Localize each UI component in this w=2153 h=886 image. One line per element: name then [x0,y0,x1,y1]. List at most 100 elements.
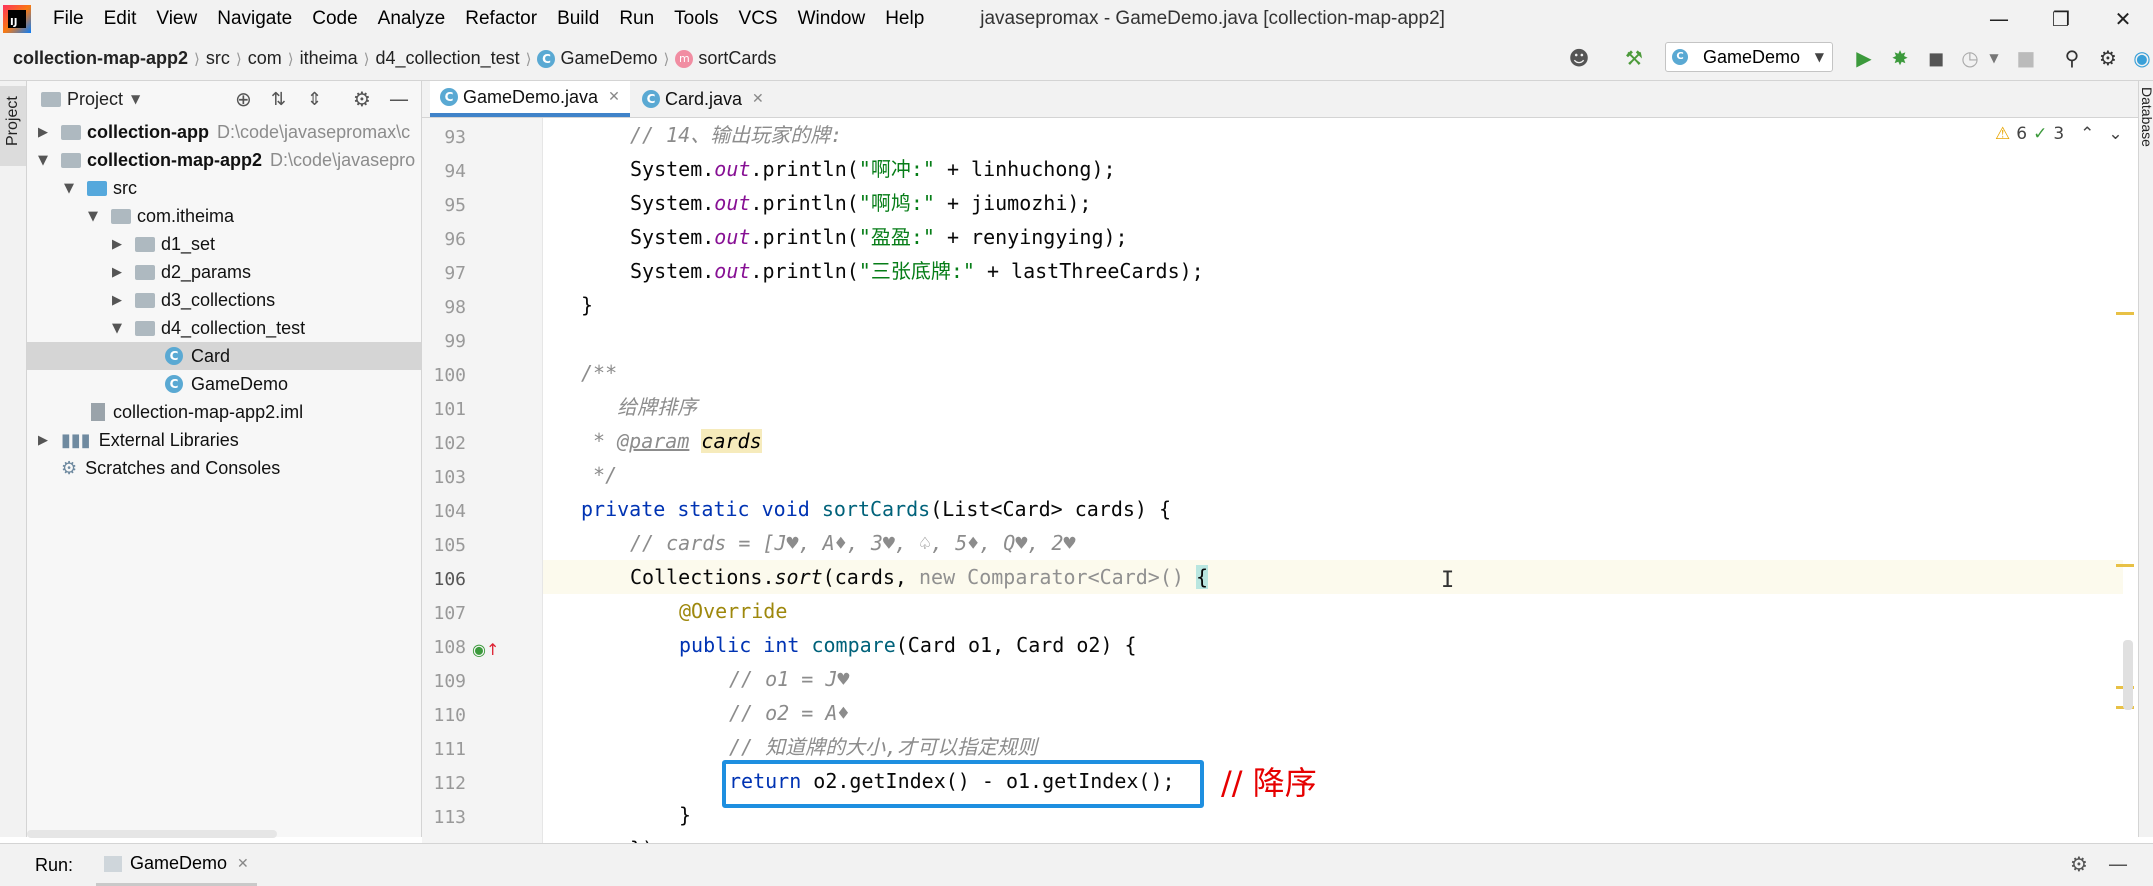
menu-edit[interactable]: Edit [94,8,147,30]
plugin-icon[interactable]: ◉ [2128,44,2153,72]
chevron-down-icon[interactable]: ▼ [35,153,51,168]
editor-vertical-scrollbar[interactable] [2123,640,2133,710]
line-number: 96 [444,229,466,250]
menu-code[interactable]: Code [302,8,367,30]
run-configuration-select[interactable]: C GameDemo ▼ [1665,42,1833,72]
tree-item-external-libraries[interactable]: ▶ ▮▮▮ External Libraries [27,426,421,454]
package-icon [135,264,155,280]
line-number: 111 [433,739,466,760]
string-literal: "啊冲:" [858,157,935,181]
tree-item-collection-map-app2[interactable]: ▼ collection-map-app2 D:\code\javasepro [27,146,421,174]
project-panel-title[interactable]: Project [67,89,123,110]
restore-icon[interactable]: ❐ [2030,0,2092,37]
tree-item-src[interactable]: ▼ src [27,174,421,202]
breadcrumb-package[interactable]: d4_collection_test [376,48,520,69]
menu-file[interactable]: File [43,8,94,30]
tree-item-com-itheima[interactable]: ▼ com.itheima [27,202,421,230]
close-tab-icon[interactable]: ✕ [752,91,764,107]
chevron-right-icon[interactable]: ▶ [109,265,125,280]
tree-item-d1-set[interactable]: ▶ d1_set [27,230,421,258]
scroll-marker[interactable] [2116,312,2134,315]
chevron-right-icon[interactable]: ▶ [35,125,51,140]
search-icon[interactable]: ⚲ [2058,44,2086,72]
window-title: javasepromax - GameDemo.java [collection… [980,7,1445,29]
close-icon[interactable]: ✕ [2092,0,2153,37]
code-line-95: System.out.println("啊鸠:" + jiumozhi); [630,186,1091,216]
chevron-right-icon[interactable]: ▶ [35,433,51,448]
tree-item-gamedemo[interactable]: C GameDemo [27,370,421,398]
override-icon[interactable]: ◉↑ [472,640,499,659]
chevron-up-icon[interactable]: ⌃ [2080,124,2094,144]
breadcrumb-itheima[interactable]: itheima [300,48,358,69]
menu-window[interactable]: Window [788,8,876,30]
code-line-93: // 14、输出玩家的牌: [630,118,842,148]
breadcrumb-class[interactable]: GameDemo [560,48,657,69]
close-tab-icon[interactable]: ✕ [608,89,620,105]
project-tool-tab[interactable]: Project [0,86,26,166]
hide-panel-icon[interactable]: — [2108,852,2128,876]
gear-icon[interactable]: ⚙ [2070,852,2088,876]
chevron-down-icon[interactable]: ▼ [1980,44,2008,72]
tab-card-java[interactable]: C Card.java ✕ [632,81,774,117]
doc-comment: /** [581,361,618,385]
tree-item-scratches[interactable]: ⚙ Scratches and Consoles [27,454,421,482]
locate-icon[interactable]: ⊕ [235,87,252,111]
menu-run[interactable]: Run [609,8,664,30]
menu-tools[interactable]: Tools [664,8,728,30]
tab-gamedemo-java[interactable]: C GameDemo.java ✕ [430,81,630,117]
build-hammer-icon[interactable]: ⚒ [1620,44,1648,72]
user-icon[interactable]: ☻ [1565,44,1593,72]
tree-item-d3-collections[interactable]: ▶ d3_collections [27,286,421,314]
tree-item-d2-params[interactable]: ▶ d2_params [27,258,421,286]
comment: // 14、输出玩家的牌: [630,123,843,147]
minimize-icon[interactable]: — [1968,0,2030,37]
menu-help[interactable]: Help [875,8,934,30]
run-tab-gamedemo[interactable]: GameDemo ✕ [96,844,257,886]
chevron-down-icon: ▼ [1814,50,1824,64]
menu-navigate[interactable]: Navigate [207,8,302,30]
expand-all-icon[interactable]: ⇅ [271,89,286,110]
menu-view[interactable]: View [146,8,207,30]
run-icon[interactable]: ▶ [1850,44,1878,72]
chevron-down-icon[interactable]: ⌄ [2108,124,2122,144]
project-horizontal-scrollbar[interactable] [27,830,277,838]
inspection-widget[interactable]: ⚠ 6 ✓ 3 ⌃ ⌄ [1995,124,2123,144]
breadcrumb-com[interactable]: com [248,48,282,69]
gear-icon[interactable]: ⚙ [2094,44,2122,72]
breadcrumb-project[interactable]: collection-map-app2 [13,48,188,69]
hide-panel-icon[interactable]: — [389,87,409,111]
code-token: .println( [750,157,859,181]
menu-build[interactable]: Build [547,8,609,30]
gear-icon[interactable]: ⚙ [353,87,371,111]
chevron-down-icon[interactable]: ▼ [85,209,101,224]
tree-item-card[interactable]: C Card [27,342,421,370]
breadcrumb-method[interactable]: sortCards [698,48,776,69]
scroll-marker[interactable] [2116,564,2134,567]
coverage-icon[interactable]: ◼ [1922,44,1950,72]
code-token: out [714,259,751,283]
chevron-down-icon[interactable]: ▼ [131,92,140,106]
close-tab-icon[interactable]: ✕ [237,856,249,872]
stop-icon[interactable]: ■ [2012,44,2040,72]
menu-vcs[interactable]: VCS [729,8,788,30]
collapse-all-icon[interactable]: ⇕ [307,89,322,110]
menu-refactor[interactable]: Refactor [455,8,547,30]
code-line-96: System.out.println("盈盈:" + renyingying); [630,220,1128,250]
chevron-right-icon[interactable]: ▶ [109,237,125,252]
tree-item-d4-collection-test[interactable]: ▼ d4_collection_test [27,314,421,342]
string-literal: "盈盈:" [858,225,935,249]
menu-analyze[interactable]: Analyze [368,8,456,30]
chevron-down-icon[interactable]: ▼ [61,181,77,196]
code-editor[interactable]: // 14、输出玩家的牌: System.out.println("啊冲:" +… [543,118,2123,843]
debug-icon[interactable]: ✸ [1886,44,1914,72]
tree-item-collection-app[interactable]: ▶ collection-app D:\code\javasepromax\c [27,118,421,146]
chevron-right-icon[interactable]: ▶ [109,293,125,308]
breadcrumb-src[interactable]: src [206,48,230,69]
left-tool-strip [0,81,27,837]
class-icon: C [165,375,183,393]
tree-item-iml[interactable]: collection-map-app2.iml [27,398,421,426]
breadcrumb: collection-map-app2 ⟩ src ⟩ com ⟩ itheim… [13,48,776,69]
chevron-down-icon[interactable]: ▼ [109,321,125,336]
database-tool-tab[interactable]: Database [2139,87,2153,147]
navigation-bar: collection-map-app2 ⟩ src ⟩ com ⟩ itheim… [0,37,2153,81]
